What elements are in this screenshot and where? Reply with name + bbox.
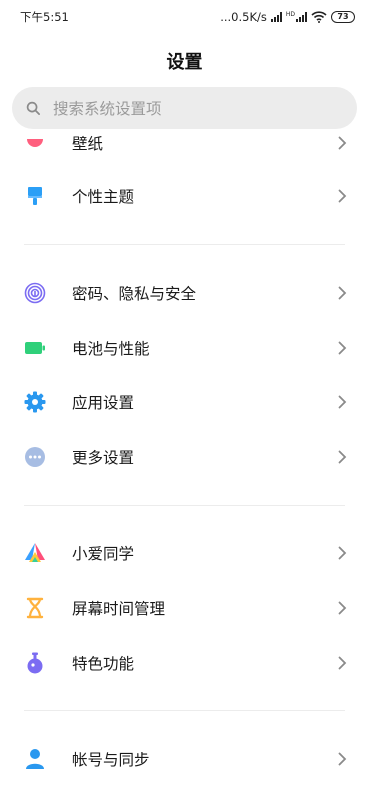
settings-item-battery-performance[interactable]: 电池与性能 [0, 321, 369, 375]
hd-signal-icon: HD [286, 12, 307, 22]
settings-item-theme[interactable]: 个性主题 [0, 169, 369, 223]
settings-item-special-features[interactable]: 特色功能 [0, 636, 369, 690]
network-speed: ...0.5K/s [220, 10, 267, 24]
chevron-right-icon [338, 341, 347, 355]
search-input[interactable]: 搜索系统设置项 [12, 87, 357, 129]
header: 设置 [0, 44, 369, 78]
hd-label: HD [285, 11, 295, 18]
more-dots-icon [24, 446, 46, 468]
settings-item-privacy-security[interactable]: 密码、隐私与安全 [0, 266, 369, 320]
chevron-right-icon [338, 189, 347, 203]
group-divider [24, 710, 345, 711]
chevron-right-icon [338, 656, 347, 670]
chevron-right-icon [338, 601, 347, 615]
settings-item-label: 应用设置 [72, 394, 135, 412]
battery-icon [24, 337, 46, 359]
settings-item-wallpaper[interactable]: 壁纸 [0, 130, 369, 170]
chevron-right-icon [338, 286, 347, 300]
status-time: 下午5:51 [20, 10, 69, 24]
signal-icon [270, 12, 282, 22]
settings-item-more-settings[interactable]: 更多设置 [0, 430, 369, 484]
settings-item-screen-time[interactable]: 屏幕时间管理 [0, 581, 369, 635]
settings-screen: 下午5:51 ...0.5K/s HD 73 设置 搜索系统设置项 壁纸 个性主… [0, 0, 369, 800]
theme-brush-icon [24, 185, 46, 207]
search-placeholder: 搜索系统设置项 [53, 100, 162, 118]
settings-item-label: 小爱同学 [72, 545, 135, 563]
settings-item-label: 电池与性能 [72, 340, 150, 358]
chevron-right-icon [338, 546, 347, 560]
settings-item-label: 屏幕时间管理 [72, 600, 166, 618]
status-icons: ...0.5K/s HD 73 [220, 10, 355, 24]
settings-item-label: 更多设置 [72, 449, 135, 467]
settings-item-label: 个性主题 [72, 188, 135, 206]
settings-item-label: 特色功能 [72, 655, 135, 673]
fingerprint-icon [24, 282, 46, 304]
status-bar: 下午5:51 ...0.5K/s HD 73 [0, 0, 369, 34]
gear-icon [24, 391, 46, 413]
settings-item-label: 密码、隐私与安全 [72, 285, 197, 303]
chevron-right-icon [338, 395, 347, 409]
settings-list: 壁纸 个性主题 密码、隐私与安全 电池与性能 应用设置 更多设置 小爱同学 屏幕… [0, 130, 369, 800]
battery-level: 73 [337, 12, 349, 21]
settings-item-label: 壁纸 [72, 135, 104, 153]
wallpaper-icon [24, 132, 46, 154]
chevron-right-icon [338, 136, 347, 150]
chevron-right-icon [338, 752, 347, 766]
battery-icon: 73 [331, 11, 355, 23]
chevron-right-icon [338, 450, 347, 464]
hourglass-icon [24, 597, 46, 619]
settings-item-app-settings[interactable]: 应用设置 [0, 375, 369, 429]
group-divider [24, 505, 345, 506]
wifi-icon [311, 11, 327, 23]
xiaoai-icon [24, 542, 46, 564]
settings-item-xiaoai[interactable]: 小爱同学 [0, 526, 369, 580]
search-icon [26, 101, 40, 115]
page-title: 设置 [166, 52, 203, 73]
settings-item-account-sync[interactable]: 帐号与同步 [0, 732, 369, 786]
account-icon [24, 748, 46, 770]
settings-item-label: 帐号与同步 [72, 751, 150, 769]
flask-icon [24, 652, 46, 674]
group-divider [24, 244, 345, 245]
